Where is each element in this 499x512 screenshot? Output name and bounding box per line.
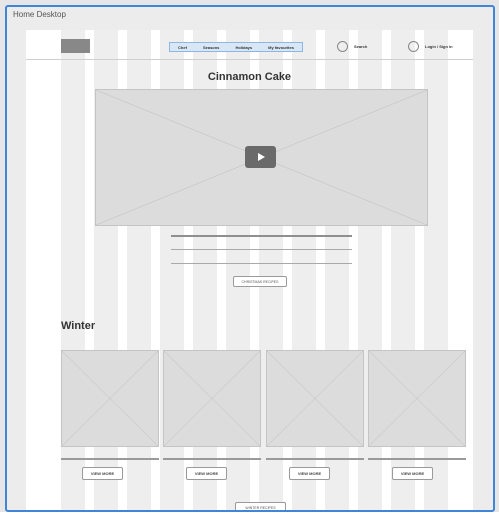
christmas-recipes-button[interactable]: CHRISTMAS RECIPES [233, 276, 287, 287]
wireframe-artboard: Chef Seasons Holidays My favourites Sear… [26, 30, 473, 510]
card-image-placeholder[interactable] [163, 350, 261, 447]
section-title-winter: Winter [61, 320, 96, 332]
image-placeholder-icon [369, 351, 465, 446]
image-placeholder-icon [267, 351, 363, 446]
card-divider [61, 458, 159, 460]
nav-item-favourites[interactable]: My favourites [268, 45, 294, 50]
nav-item-chef[interactable]: Chef [178, 45, 187, 50]
search-link[interactable]: Search [354, 44, 367, 49]
text-line-placeholder [171, 235, 352, 237]
card-divider [163, 458, 261, 460]
page-title: Cinnamon Cake [207, 71, 292, 83]
nav-menu: Chef Seasons Holidays My favourites [169, 42, 303, 52]
play-icon[interactable] [245, 146, 276, 168]
image-placeholder-icon [62, 351, 158, 446]
avatar-icon[interactable] [408, 41, 419, 52]
artboard-title: Home Desktop [13, 10, 66, 19]
image-placeholder-icon [164, 351, 260, 446]
artboard-window: Home Desktop Chef Seasons Holidays My fa… [5, 5, 495, 512]
nav-item-holidays[interactable]: Holidays [235, 45, 252, 50]
nav-bar: Chef Seasons Holidays My favourites Sear… [26, 30, 473, 59]
text-line-placeholder [171, 249, 352, 250]
card-divider [266, 458, 364, 460]
nav-item-seasons[interactable]: Seasons [203, 45, 219, 50]
login-link[interactable]: Login / Sign in [425, 44, 453, 49]
view-more-button[interactable]: VIEW MORE [392, 467, 433, 480]
text-line-placeholder [171, 263, 352, 264]
search-icon[interactable] [337, 41, 348, 52]
logo-placeholder[interactable] [61, 39, 90, 53]
card-image-placeholder[interactable] [266, 350, 364, 447]
card-divider [368, 458, 466, 460]
winter-recipes-button[interactable]: WINTER RECIPES [235, 502, 286, 510]
card-image-placeholder[interactable] [368, 350, 466, 447]
view-more-button[interactable]: VIEW MORE [82, 467, 123, 480]
view-more-button[interactable]: VIEW MORE [289, 467, 330, 480]
view-more-button[interactable]: VIEW MORE [186, 467, 227, 480]
card-image-placeholder[interactable] [61, 350, 159, 447]
nav-divider [26, 59, 473, 60]
